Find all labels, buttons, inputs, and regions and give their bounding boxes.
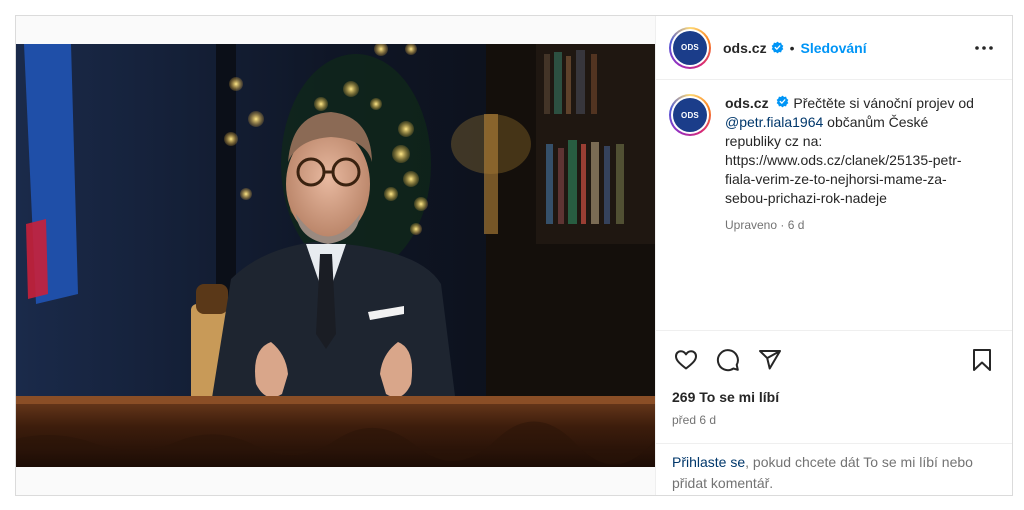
post-sidebar: ODS ods.cz • Sledování ODS ods.cz Přečtě… — [655, 16, 1012, 495]
post-media-area — [16, 16, 655, 495]
profile-avatar[interactable]: ODS — [669, 26, 711, 69]
caption-avatar[interactable]: ODS — [669, 94, 711, 136]
caption-mention-link[interactable]: @petr.fiala1964 — [725, 114, 823, 130]
caption-edited-time: Upraveno · 6 d — [725, 218, 805, 232]
post-actions — [656, 331, 1012, 389]
avatar-frame: ODS — [671, 28, 709, 67]
instagram-post-card: ODS ods.cz • Sledování ODS ods.cz Přečtě… — [15, 15, 1013, 496]
login-prompt: Přihlaste se, pokud chcete dát To se mi … — [656, 443, 1012, 495]
post-timestamp[interactable]: před 6 d — [656, 413, 1012, 429]
login-link[interactable]: Přihlaste se — [672, 454, 745, 470]
caption-avatar-frame: ODS — [671, 96, 709, 134]
caption-username[interactable]: ods.cz — [725, 95, 769, 111]
bookmark-icon[interactable] — [968, 346, 996, 374]
heart-icon[interactable] — [672, 346, 700, 374]
follow-button[interactable]: Sledování — [800, 40, 866, 56]
header-separator: • — [789, 39, 795, 56]
post-photo-illustration — [16, 44, 655, 467]
header-username[interactable]: ods.cz — [723, 40, 767, 56]
caption-text: ods.cz Přečtěte si vánoční projev od @pe… — [725, 94, 983, 235]
header-user-row: ods.cz • Sledování — [723, 40, 972, 56]
verified-badge-icon — [776, 95, 789, 108]
post-header: ODS ods.cz • Sledování — [656, 16, 1012, 80]
share-icon[interactable] — [756, 346, 784, 374]
likes-count[interactable]: 269 To se mi líbí — [656, 389, 1012, 409]
caption-text-before: Přečtěte si vánoční projev od — [793, 95, 974, 111]
more-options-icon[interactable] — [972, 36, 996, 60]
avatar-logo: ODS — [673, 30, 707, 65]
caption-avatar-logo: ODS — [673, 98, 707, 132]
post-photo[interactable] — [16, 44, 655, 467]
caption-section: ODS ods.cz Přečtěte si vánoční projev od… — [656, 80, 1012, 331]
comment-icon[interactable] — [714, 346, 742, 374]
verified-badge-icon — [771, 41, 784, 54]
